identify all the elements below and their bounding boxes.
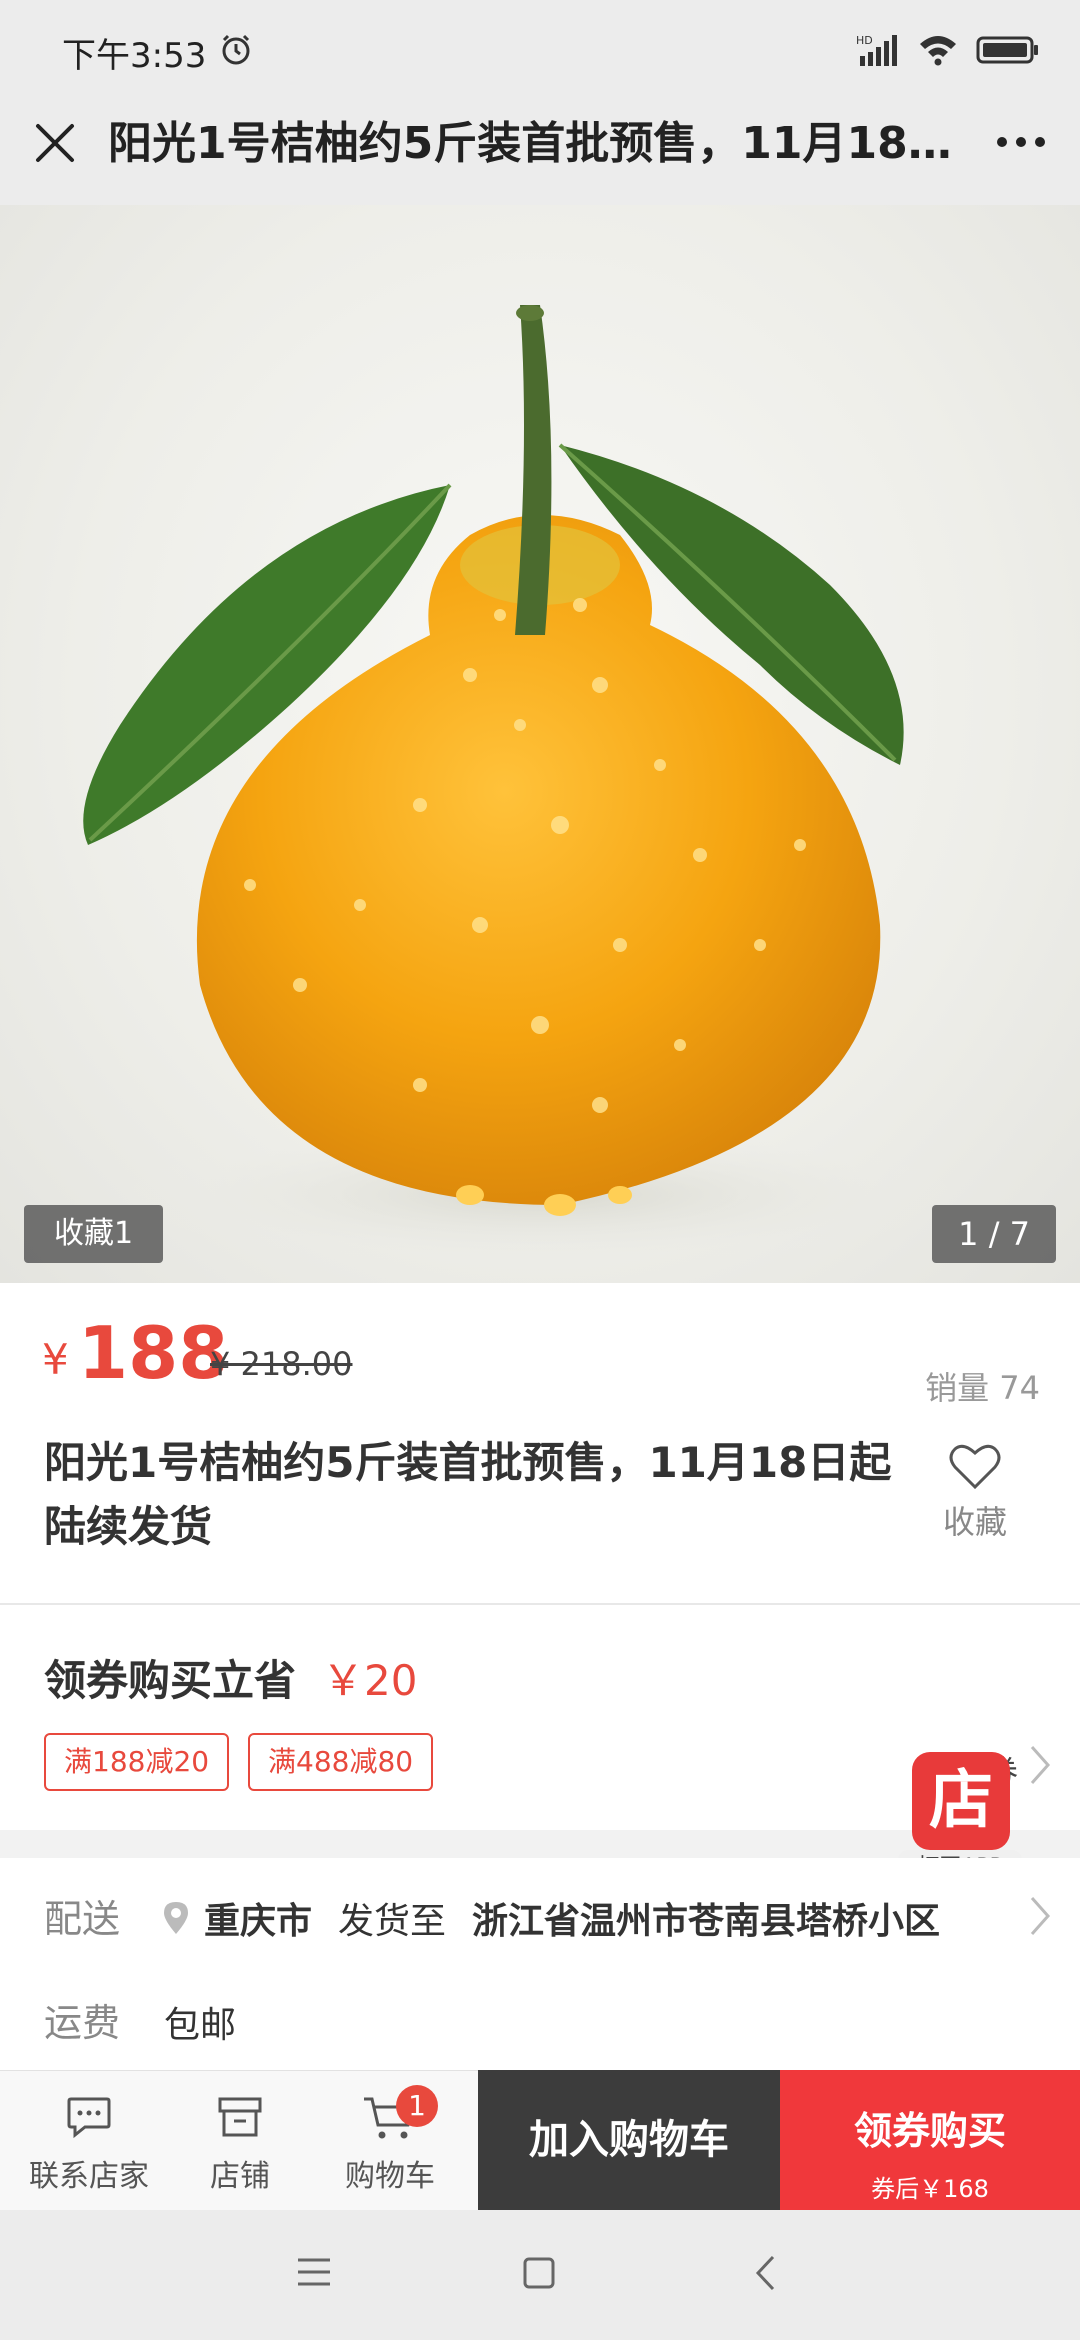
product-image[interactable]: 收藏1 1 / 7 [0,205,1080,1283]
shop-icon [218,2097,262,2137]
wifi-icon [920,36,956,66]
coupon-tag[interactable]: 满488减80 [248,1733,434,1791]
cart-count-badge: 1 [396,2085,438,2127]
contact-seller-button[interactable]: 联系店家 [14,2071,164,2211]
close-icon[interactable] [32,120,78,166]
home-icon[interactable] [522,2256,556,2290]
status-icons: HD [856,30,1040,70]
favorite-button[interactable]: 收藏 [930,1443,1020,1543]
shop-label: 店铺 [210,2159,270,2194]
coupon-buy-button[interactable]: 领券购买 券后￥168 [780,2070,1080,2210]
image-page-indicator: 1 / 7 [932,1205,1056,1263]
pomelo-illustration [83,305,960,1265]
add-to-cart-button[interactable]: 加入购物车 [478,2070,780,2210]
chevron-right-icon [1030,1897,1051,1935]
product-name: 阳光1号桔柚约5斤装首批预售，11月18日起陆续发货 [44,1438,892,1551]
current-price: 188 [78,1311,229,1395]
title-bar: 阳光1号桔柚约5斤装首批预售，11月18日起陆续发货 [0,100,1080,205]
sales-count: 销量 74 [925,1369,1040,1407]
more-icon[interactable] [994,122,1048,162]
status-time: 下午3:53 [62,36,207,76]
back-icon[interactable] [754,2254,776,2292]
original-price: ¥ 218.00 [210,1345,353,1383]
network-label: HD [856,34,873,47]
contact-seller-label: 联系店家 [29,2159,149,2194]
menu-icon[interactable] [296,2256,332,2288]
coupon-tag[interactable]: 满188减20 [44,1733,230,1791]
cart-button[interactable]: 1 购物车 [320,2071,460,2211]
delivery-label: 配送 [44,1897,121,1941]
delivery-address: 浙江省温州市苍南县塔桥小区 [472,1901,941,1942]
status-bar: 下午3:53 HD [0,0,1080,100]
chevron-right-icon [1030,1746,1051,1784]
ship-to-label: 发货至 [338,1901,447,1942]
shop-button[interactable]: 店铺 [180,2071,300,2211]
battery-icon [976,36,1038,64]
system-nav-bar [0,2210,1080,2340]
coupon-title: 领券购买立省 [44,1656,297,1705]
price-currency: ¥ [42,1335,69,1384]
delivery-section[interactable]: 配送 重庆市 发货至 浙江省温州市苍南县塔桥小区 运费 包邮 [0,1858,1080,2070]
price-section: ¥ 188 ¥ 218.00 销量 74 阳光1号桔柚约5斤装首批预售，11月1… [0,1283,1080,1603]
chat-icon [67,2097,111,2139]
cart-label: 购物车 [345,2159,435,2194]
price-after-coupon: 券后￥168 [871,2175,989,2203]
favorite-count-badge: 收藏1 [24,1205,164,1263]
delivery-city: 重庆市 [204,1901,313,1942]
location-pin-icon [164,1902,188,1934]
freight-value: 包邮 [164,2005,237,2046]
freight-label: 运费 [44,2001,121,2045]
page-title: 阳光1号桔柚约5斤装首批预售，11月18日起陆续发货 [108,118,988,169]
store-icon: 店 [912,1752,1010,1850]
coupon-buy-label: 领券购买 [853,2109,1006,2153]
favorite-label: 收藏 [942,1503,1007,1541]
signal-icon: HD [856,34,897,66]
coupon-save-amount: ￥20 [322,1656,418,1705]
heart-icon [949,1444,1001,1490]
alarm-icon [222,34,250,65]
